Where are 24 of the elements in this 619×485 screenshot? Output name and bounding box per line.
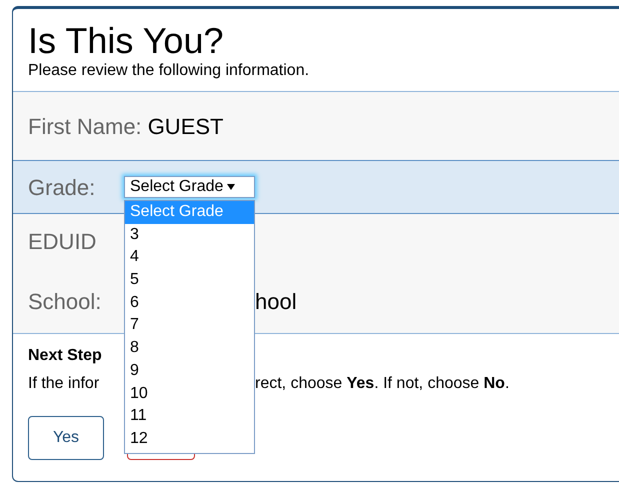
field-label: School: [28,288,102,316]
dropdown-option[interactable]: 11 [125,405,254,428]
instruction-text: If the infor [28,374,100,394]
dropdown-option[interactable]: 12 [125,428,254,451]
field-value: hool [255,288,298,316]
dropdown-option[interactable]: 5 [125,269,254,292]
dropdown-option[interactable]: 10 [125,382,254,406]
dropdown-option[interactable]: 8 [125,337,254,360]
yes-button[interactable]: Yes [28,416,104,460]
grade-dropdown[interactable]: Select Grade [124,176,255,198]
next-steps-heading: Next Step [28,346,102,366]
page-title: Is This You? [28,21,224,61]
field-value: GUEST [148,112,224,140]
field-label: First Name: [28,112,142,140]
dropdown-option[interactable]: 4 [125,246,254,270]
dropdown-option[interactable]: 9 [125,360,254,382]
dropdown-option[interactable]: 7 [125,314,254,338]
subtitle: Please review the following information. [28,61,310,81]
caret-icon [227,184,236,190]
instruction-text: rect, choose Yes. If not, choose No. [255,374,510,394]
dropdown-option[interactable]: 3 [125,224,254,246]
field-label: Grade: [28,174,96,202]
field-label: EDUID [28,228,96,256]
dropdown-option[interactable]: 6 [125,292,254,314]
